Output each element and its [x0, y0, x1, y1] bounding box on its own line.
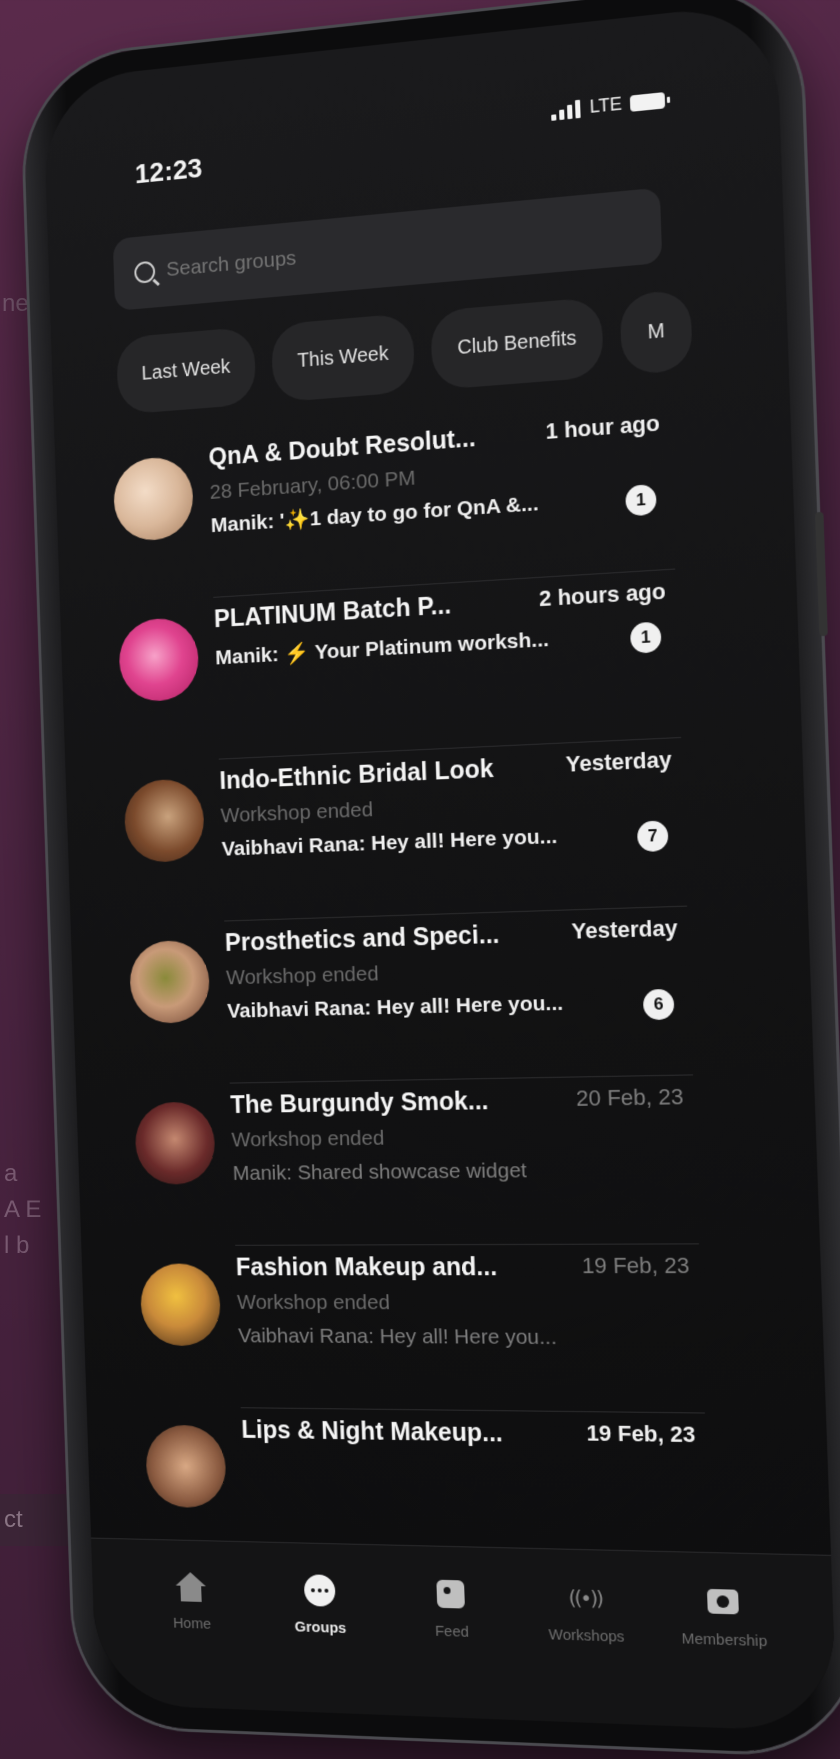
group-time: 19 Feb, 23 — [581, 1252, 690, 1279]
group-time: Yesterday — [565, 746, 673, 777]
group-time: 20 Feb, 23 — [575, 1083, 684, 1111]
group-time: 19 Feb, 23 — [586, 1420, 696, 1448]
group-title: Fashion Makeup and... — [235, 1253, 498, 1282]
groups-list: QnA & Doubt Resolut... 1 hour ago 28 Feb… — [112, 402, 705, 1583]
tab-feed[interactable]: Feed — [396, 1576, 507, 1642]
network-label: LTE — [589, 93, 623, 117]
status-time: 12:23 — [134, 152, 203, 190]
chip-this-week[interactable]: This Week — [271, 312, 416, 403]
group-row[interactable]: QnA & Doubt Resolut... 1 hour ago 28 Feb… — [112, 402, 676, 604]
tab-workshops[interactable]: ((•)) Workshops — [529, 1579, 643, 1646]
chip-club-benefits[interactable]: Club Benefits — [430, 296, 605, 391]
lips-avatar — [144, 1424, 227, 1509]
unread-badge: 1 — [629, 621, 662, 654]
bridal-look-avatar — [123, 778, 206, 864]
chat-icon — [303, 1574, 336, 1607]
group-time: 1 hour ago — [545, 410, 661, 444]
background-text-fragment: a — [4, 1160, 18, 1187]
group-title: Lips & Night Makeup... — [240, 1416, 504, 1448]
unread-badge: 7 — [636, 820, 669, 853]
background-text-fragment: l b — [4, 1232, 30, 1259]
group-title: Prosthetics and Speci... — [224, 920, 500, 957]
background-text-fragment: A E — [4, 1196, 42, 1223]
tab-groups[interactable]: Groups — [266, 1572, 374, 1638]
group-row[interactable]: Indo-Ethnic Bridal Look Yesterday Worksh… — [123, 738, 688, 924]
broadcast-icon: ((•)) — [568, 1585, 603, 1611]
group-title: The Burgundy Smok... — [229, 1087, 489, 1119]
search-bar[interactable] — [112, 187, 663, 311]
search-icon — [134, 260, 156, 284]
status-icons: LTE — [551, 89, 666, 122]
background-text-fragment: ne — [2, 290, 29, 317]
tab-home[interactable]: Home — [139, 1569, 245, 1634]
side-button — [814, 511, 828, 637]
background-text-fragment: ct — [4, 1506, 23, 1533]
group-subtitle: Workshop ended — [225, 962, 380, 990]
group-title: QnA & Doubt Resolut... — [208, 424, 477, 472]
phone-frame: 12:23 LTE Last Week This Week Club Benef… — [21, 0, 840, 1757]
group-subtitle: Workshop ended — [220, 798, 374, 828]
phone-screen: 12:23 LTE Last Week This Week Club Benef… — [42, 1, 838, 1733]
feed-icon — [436, 1579, 465, 1609]
burgundy-avatar — [134, 1101, 217, 1185]
group-time: Yesterday — [571, 915, 678, 944]
chip-more[interactable]: M — [619, 289, 693, 376]
tab-label: Membership — [681, 1630, 768, 1651]
search-input[interactable] — [164, 221, 558, 284]
group-subtitle: Workshop ended — [231, 1126, 385, 1152]
makeup-tools-avatar — [112, 455, 195, 543]
tab-label: Feed — [434, 1622, 470, 1641]
group-preview: Vaibhavi Rana: Hey all! Here you... — [221, 824, 558, 861]
bottom-tab-bar: Home Groups Feed ((•)) Workshops Members… — [91, 1537, 838, 1733]
filter-chips: Last Week This Week Club Benefits M — [116, 289, 693, 415]
group-title: PLATINUM Batch P... — [213, 591, 452, 634]
unread-badge: 6 — [642, 988, 675, 1021]
group-row[interactable]: Fashion Makeup and... 19 Feb, 23 Worksho… — [139, 1244, 705, 1414]
battery-icon — [629, 91, 666, 112]
tab-label: Workshops — [548, 1626, 625, 1646]
group-time: 2 hours ago — [538, 578, 667, 612]
unread-badge: 1 — [625, 483, 657, 517]
group-subtitle: 28 February, 06:00 PM — [209, 466, 416, 504]
lipstick-avatar — [118, 616, 200, 703]
group-preview: Vaibhavi Rana: Hey all! Here you... — [226, 991, 564, 1023]
tab-label: Groups — [294, 1618, 347, 1637]
tab-membership[interactable]: Membership — [666, 1583, 782, 1651]
signal-icon — [551, 99, 582, 121]
tab-label: Home — [172, 1614, 212, 1633]
home-icon — [175, 1571, 206, 1587]
camera-icon — [706, 1588, 739, 1615]
group-row[interactable]: The Burgundy Smok... 20 Feb, 23 Workshop… — [134, 1076, 699, 1247]
chip-last-week[interactable]: Last Week — [116, 326, 257, 415]
group-row[interactable]: PLATINUM Batch P... 2 hours ago Manik: ⚡… — [117, 570, 682, 764]
prosthetics-avatar — [128, 939, 211, 1024]
fashion-avatar — [139, 1263, 222, 1347]
group-row[interactable]: Prosthetics and Speci... Yesterday Works… — [128, 907, 694, 1085]
group-title: Indo-Ethnic Bridal Look — [219, 754, 495, 795]
group-preview: Vaibhavi Rana: Hey all! Here you... — [237, 1324, 558, 1350]
group-preview: Manik: Shared showcase widget — [232, 1159, 528, 1185]
group-subtitle: Workshop ended — [236, 1291, 391, 1315]
group-preview: Manik: ⚡ Your Platinum worksh... — [214, 627, 550, 670]
